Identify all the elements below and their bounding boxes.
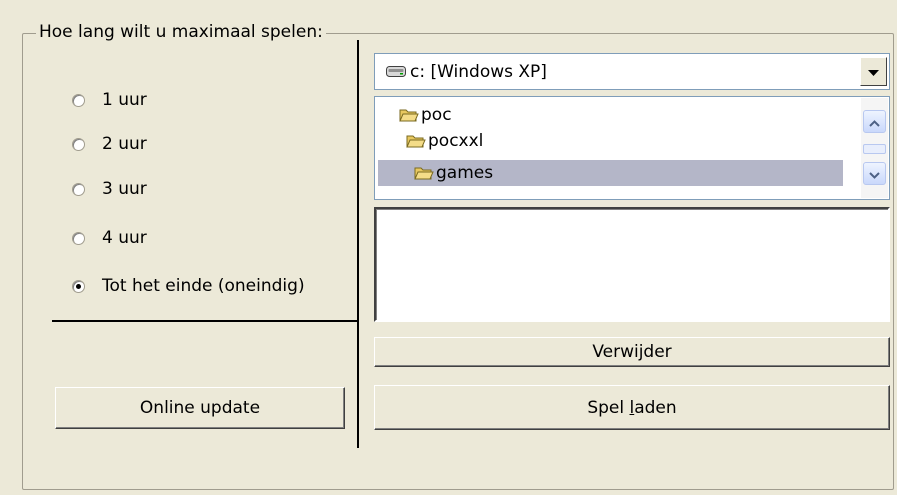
drive-icon [386, 65, 406, 78]
groupbox-title: Hoe lang wilt u maximaal spelen: [36, 20, 326, 44]
folder-item-pocxxl[interactable]: pocxxl [406, 128, 483, 154]
drive-dropdown-button[interactable] [860, 57, 887, 86]
radio-tot-het-einde[interactable]: Tot het einde (oneindig) [72, 273, 305, 299]
vertical-divider [357, 40, 359, 448]
drive-label: c: [Windows XP] [410, 61, 547, 82]
folder-name: poc [421, 105, 452, 125]
radio-circle[interactable] [72, 93, 85, 107]
online-update-button[interactable]: Online update [55, 387, 345, 429]
radio-2-uur[interactable]: 2 uur [72, 131, 147, 157]
scroll-thumb[interactable] [863, 144, 886, 154]
radio-label: 2 uur [102, 134, 147, 154]
radio-label: 4 uur [102, 228, 147, 248]
folder-open-icon [399, 107, 419, 123]
file-listbox[interactable] [374, 207, 890, 322]
radio-1-uur[interactable]: 1 uur [72, 87, 147, 113]
radio-circle[interactable] [72, 137, 85, 151]
radio-label: 3 uur [102, 179, 147, 199]
radio-3-uur[interactable]: 3 uur [72, 176, 147, 202]
folder-open-icon [406, 133, 426, 149]
radio-circle[interactable] [72, 182, 85, 196]
scroll-up-button[interactable] [863, 110, 886, 133]
chevron-up-icon [869, 112, 880, 132]
folder-item-games[interactable]: games [378, 160, 843, 186]
folder-name: pocxxl [428, 131, 484, 151]
folder-scrollbar[interactable] [861, 98, 888, 198]
scroll-down-button[interactable] [863, 162, 886, 185]
chevron-down-icon [869, 164, 880, 184]
triangle-down-icon [868, 62, 879, 82]
folder-item-poc[interactable]: poc [399, 102, 452, 128]
horizontal-divider [52, 320, 358, 322]
drive-select[interactable]: c: [Windows XP] [374, 53, 890, 90]
load-game-button[interactable]: Spel laden [374, 385, 890, 430]
radio-circle-checked[interactable] [72, 279, 85, 293]
folder-open-icon [414, 165, 434, 181]
radio-label: 1 uur [102, 90, 147, 110]
remove-button[interactable]: Verwijder [374, 337, 890, 367]
folder-listbox[interactable]: poc pocxxl games [374, 96, 890, 200]
radio-4-uur[interactable]: 4 uur [72, 225, 147, 251]
radio-circle[interactable] [72, 231, 85, 245]
radio-label: Tot het einde (oneindig) [102, 276, 305, 296]
folder-name: games [436, 163, 494, 183]
load-game-label: Spel laden [587, 397, 677, 418]
